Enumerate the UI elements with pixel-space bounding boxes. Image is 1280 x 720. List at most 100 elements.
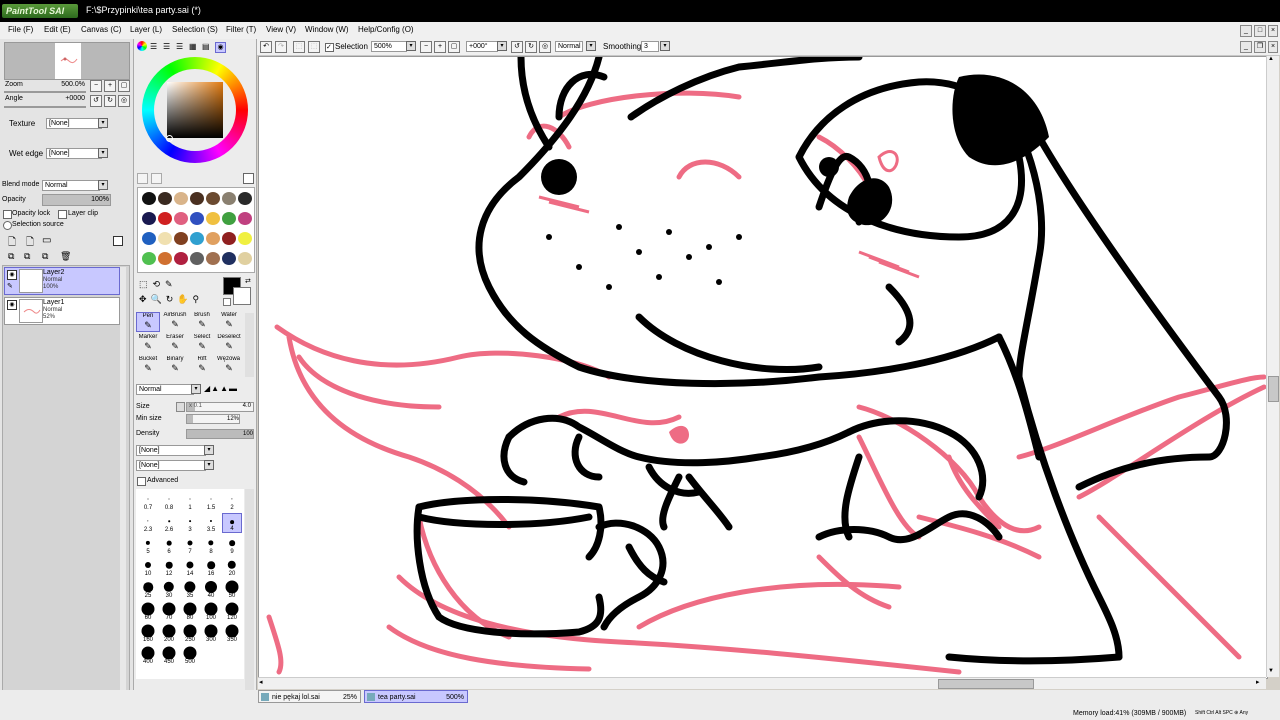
layer-row-layer2[interactable]: ◉ ✎ Layer2 Normal 100% bbox=[4, 267, 120, 295]
rotate-left-button[interactable]: ↺ bbox=[90, 95, 102, 107]
brush-size-preset[interactable]: 250 bbox=[180, 623, 200, 643]
rotation-select[interactable]: +000° bbox=[466, 41, 498, 52]
selection-visible-checkbox[interactable]: ✓ bbox=[325, 43, 334, 52]
scratchpad-menu-icon[interactable] bbox=[243, 173, 254, 184]
canvas-restore-button[interactable]: ❐ bbox=[1254, 41, 1266, 53]
color-swatch[interactable] bbox=[222, 212, 236, 225]
brush-size-preset[interactable]: 7 bbox=[180, 535, 200, 555]
brush-size-preset[interactable]: 25 bbox=[138, 579, 158, 599]
brush-size-preset[interactable]: 4 bbox=[222, 513, 242, 533]
color-swatch[interactable] bbox=[238, 212, 252, 225]
delete-layer-icon[interactable]: 🗑 bbox=[60, 251, 71, 262]
scroll-right-icon[interactable]: ▸ bbox=[1256, 678, 1260, 686]
menu-canvas[interactable]: Canvas (C) bbox=[81, 25, 121, 34]
layer-row-layer1[interactable]: ◉ Layer1 Normal 52% bbox=[4, 297, 120, 325]
wet-edge-select[interactable]: [None] bbox=[46, 148, 102, 159]
zoom-reset-button[interactable]: ▢ bbox=[118, 80, 130, 92]
brush-size-preset[interactable]: 35 bbox=[180, 579, 200, 599]
color-swatch[interactable] bbox=[158, 212, 172, 225]
color-swatch[interactable] bbox=[190, 252, 204, 265]
pen-lock-icon[interactable]: ✎ bbox=[7, 282, 15, 290]
brush-size-preset[interactable]: 400 bbox=[138, 645, 158, 665]
brush-size-preset[interactable]: 8 bbox=[201, 535, 221, 555]
color-swatch[interactable] bbox=[158, 192, 172, 205]
brush-size-preset[interactable]: 30 bbox=[159, 579, 179, 599]
selection-tools-row[interactable]: ⬚⟲✎ bbox=[139, 279, 178, 290]
rgb-slider-icon[interactable]: ☰ bbox=[150, 42, 157, 51]
color-wheel[interactable] bbox=[142, 57, 248, 163]
new-linework-layer-icon[interactable]: 🗋 bbox=[26, 235, 34, 252]
zoom-in-button[interactable]: + bbox=[104, 80, 116, 92]
undo-button[interactable]: ↶ bbox=[260, 41, 272, 53]
brush-mode-dropdown-icon[interactable]: ▾ bbox=[191, 384, 201, 394]
color-swatch[interactable] bbox=[206, 212, 220, 225]
color-swatch[interactable] bbox=[174, 212, 188, 225]
zoom-out-button[interactable]: − bbox=[90, 80, 102, 92]
navigator-preview[interactable] bbox=[4, 42, 130, 80]
visibility-eye-icon[interactable]: ◉ bbox=[7, 270, 17, 280]
toolbar-zoom-out-button[interactable]: − bbox=[420, 41, 432, 53]
brush-shape-select[interactable]: [None] bbox=[136, 445, 206, 456]
maximize-button[interactable]: □ bbox=[1254, 25, 1266, 37]
saturation-value-square[interactable] bbox=[167, 82, 223, 138]
horizontal-scroll-thumb[interactable] bbox=[938, 679, 1034, 689]
hsv-slider-icon[interactable]: ☰ bbox=[163, 42, 170, 51]
tool-water[interactable]: Water ✎ bbox=[217, 312, 241, 332]
close-button[interactable]: × bbox=[1268, 25, 1278, 37]
color-swatch[interactable] bbox=[142, 232, 156, 245]
scroll-up-icon[interactable]: ▲ bbox=[1268, 56, 1274, 62]
invert-selection-button[interactable]: ⬚ bbox=[308, 41, 320, 53]
brush-size-scrollbar[interactable] bbox=[245, 489, 254, 704]
wet-edge-dropdown-icon[interactable]: ▾ bbox=[98, 148, 108, 158]
swatches-mode-icon[interactable]: ▦ bbox=[189, 42, 197, 51]
brush-size-preset[interactable]: 350 bbox=[222, 623, 242, 643]
size-multiplier-dropdown[interactable] bbox=[176, 402, 185, 412]
selection-source-radio[interactable] bbox=[3, 221, 12, 230]
tool-w-owa-no-yc[interactable]: Wężowa Nożyc✎ bbox=[217, 356, 241, 376]
canvas-close-button[interactable]: × bbox=[1268, 41, 1278, 53]
color-swatch[interactable] bbox=[222, 232, 236, 245]
blend-mode-select[interactable]: Normal bbox=[42, 180, 100, 191]
angle-slider[interactable] bbox=[4, 106, 86, 108]
scroll-down-icon[interactable]: ▼ bbox=[1268, 668, 1274, 674]
brush-size-preset[interactable]: 5 bbox=[138, 535, 158, 555]
copy-layer-icon[interactable]: ⧉ bbox=[8, 251, 14, 262]
rotate-cw-button[interactable]: ↻ bbox=[525, 41, 537, 53]
brush-shape-buttons[interactable]: ◢▲▲▬ bbox=[204, 384, 252, 394]
brush-size-preset[interactable]: 160 bbox=[138, 623, 158, 643]
redo-button[interactable]: ↷ bbox=[275, 41, 287, 53]
color-swatch[interactable] bbox=[174, 252, 188, 265]
visibility-eye-icon[interactable]: ◉ bbox=[7, 300, 17, 310]
brush-size-preset[interactable]: 450 bbox=[159, 645, 179, 665]
opacity-lock-checkbox[interactable] bbox=[3, 210, 12, 219]
brush-size-preset[interactable]: 2.3 bbox=[138, 513, 158, 533]
color-swatch[interactable] bbox=[238, 232, 252, 245]
swatch-add-button[interactable] bbox=[137, 173, 148, 184]
color-swatch[interactable] bbox=[174, 232, 188, 245]
tool-airbrush[interactable]: AirBrush ✎ bbox=[163, 312, 187, 332]
color-swatch[interactable] bbox=[206, 252, 220, 265]
layer-panel-menu-icon[interactable] bbox=[113, 236, 123, 246]
rotate-right-button[interactable]: ↻ bbox=[104, 95, 116, 107]
texture-select[interactable]: [None] bbox=[46, 118, 102, 129]
canvas-horizontal-scrollbar[interactable]: ◂ ▸ bbox=[258, 677, 1266, 689]
opacity-slider[interactable]: 100% bbox=[42, 194, 111, 206]
minimize-button[interactable]: _ bbox=[1240, 25, 1252, 37]
brush-size-preset[interactable]: 14 bbox=[180, 557, 200, 577]
zoom-value[interactable]: 500.0% bbox=[60, 81, 85, 88]
gradient-slider-icon[interactable]: ☰ bbox=[176, 42, 183, 51]
color-swatch[interactable] bbox=[206, 232, 220, 245]
brush-size-preset[interactable]: 50 bbox=[222, 579, 242, 599]
rotation-reset-button[interactable]: ◎ bbox=[539, 41, 551, 53]
toolbar-zoom-reset-button[interactable]: ▢ bbox=[448, 41, 460, 53]
rotate-reset-button[interactable]: ◎ bbox=[118, 95, 130, 107]
swatch-clear-button[interactable] bbox=[151, 173, 162, 184]
tool-deselect[interactable]: Deselect ✎ bbox=[217, 334, 241, 354]
brush-size-preset[interactable]: 200 bbox=[159, 623, 179, 643]
smoothing-dropdown-icon[interactable]: ▾ bbox=[660, 41, 670, 51]
brush-texture-dropdown-icon[interactable]: ▾ bbox=[204, 460, 214, 470]
size-slider[interactable]: x 0.1 4.0 bbox=[186, 402, 254, 412]
brush-size-preset[interactable]: 2 bbox=[222, 491, 242, 511]
drawing-canvas[interactable] bbox=[258, 56, 1268, 679]
vertical-scroll-thumb[interactable] bbox=[1268, 376, 1279, 402]
